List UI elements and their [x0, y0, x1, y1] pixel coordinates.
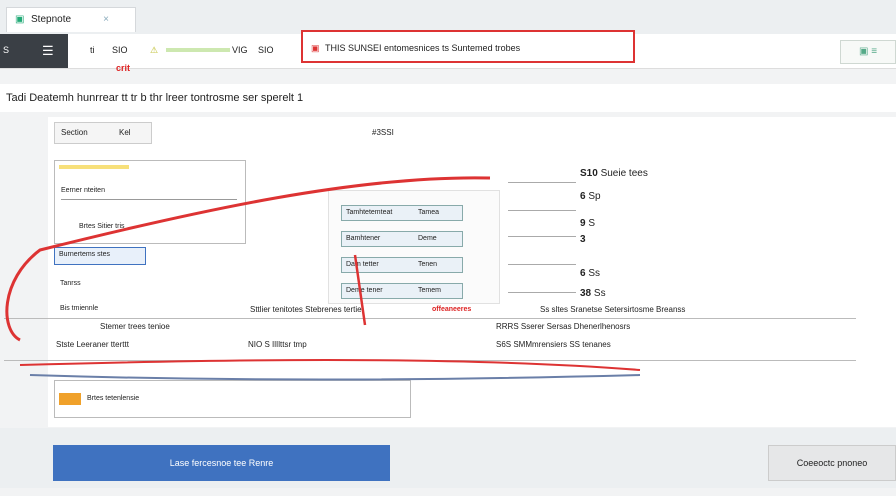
record-id: #3SSI [372, 128, 394, 137]
section-label: Section [61, 128, 88, 137]
tab-favicon-icon: ▣ [15, 14, 25, 25]
alert-badge: crit [116, 63, 131, 73]
warning-icon: ⚠ [150, 45, 159, 55]
nav-action-button[interactable]: ▣ ≡ [840, 40, 896, 64]
nav-item-3[interactable]: VIG [232, 45, 248, 55]
page-title-bar: Tadi Deatemh hunrrear tt tr b thr lreer … [0, 84, 896, 112]
alert-icon: ▣ [311, 43, 320, 53]
logo-label: S [3, 45, 10, 55]
alert-text: THIS SUNSEI entomesnices ts Suntemed tro… [325, 43, 521, 53]
nav-progress [166, 48, 230, 52]
summary-text: Brtes tetenlensie [87, 395, 140, 402]
menu-icon[interactable]: ☰ [42, 43, 54, 59]
secondary-button[interactable]: Coeeoctc pnoneo [768, 445, 896, 481]
section-selector[interactable]: Section Kel [54, 122, 152, 144]
browser-tab[interactable]: ▣ Stepnote × [6, 7, 136, 32]
key-label: Kel [119, 128, 131, 137]
nav-item-1[interactable]: ti [90, 45, 95, 55]
page-title: Tadi Deatemh hunrrear tt tr b thr lreer … [6, 92, 304, 104]
tab-title: Stepnote [31, 14, 72, 25]
alert-banner[interactable]: ▣ THIS SUNSEI entomesnices ts Suntemed t… [301, 30, 635, 63]
annotation-overlay [5, 176, 641, 381]
nav-item-4[interactable]: SIO [258, 45, 274, 55]
close-icon[interactable]: × [103, 8, 109, 32]
app-logo[interactable]: S ☰ [0, 34, 68, 68]
summary-icon [59, 393, 81, 405]
primary-button[interactable]: Lase fercesnoe tee Renre [53, 445, 390, 481]
nav-item-2[interactable]: SIO [112, 45, 128, 55]
